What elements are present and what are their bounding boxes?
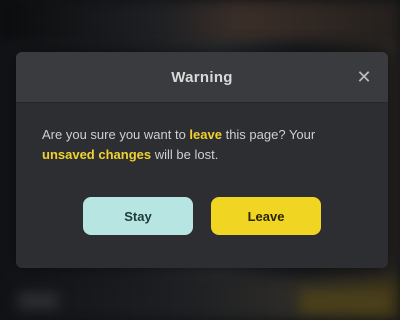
close-icon: ✕ xyxy=(356,67,372,87)
background-element xyxy=(18,292,58,310)
dialog-message: Are you sure you want to leave this page… xyxy=(42,125,362,165)
message-text: will be lost. xyxy=(151,147,219,162)
message-highlight: unsaved changes xyxy=(42,147,152,162)
dialog-header: Warning ✕ xyxy=(16,52,388,103)
confirm-dialog: Warning ✕ Are you sure you want to leave… xyxy=(16,52,388,268)
close-button[interactable]: ✕ xyxy=(352,65,376,89)
message-highlight: leave xyxy=(189,127,222,142)
message-text: this page? Your xyxy=(221,127,316,142)
dialog-actions: Stay Leave xyxy=(16,173,388,235)
confirm-button[interactable]: Leave xyxy=(211,197,321,235)
dialog-body: Are you sure you want to leave this page… xyxy=(16,103,388,173)
background-element xyxy=(300,290,390,314)
cancel-button[interactable]: Stay xyxy=(83,197,193,235)
background-header xyxy=(0,0,400,40)
dialog-title: Warning xyxy=(171,68,233,86)
message-text: Are you sure you want to xyxy=(42,127,190,142)
